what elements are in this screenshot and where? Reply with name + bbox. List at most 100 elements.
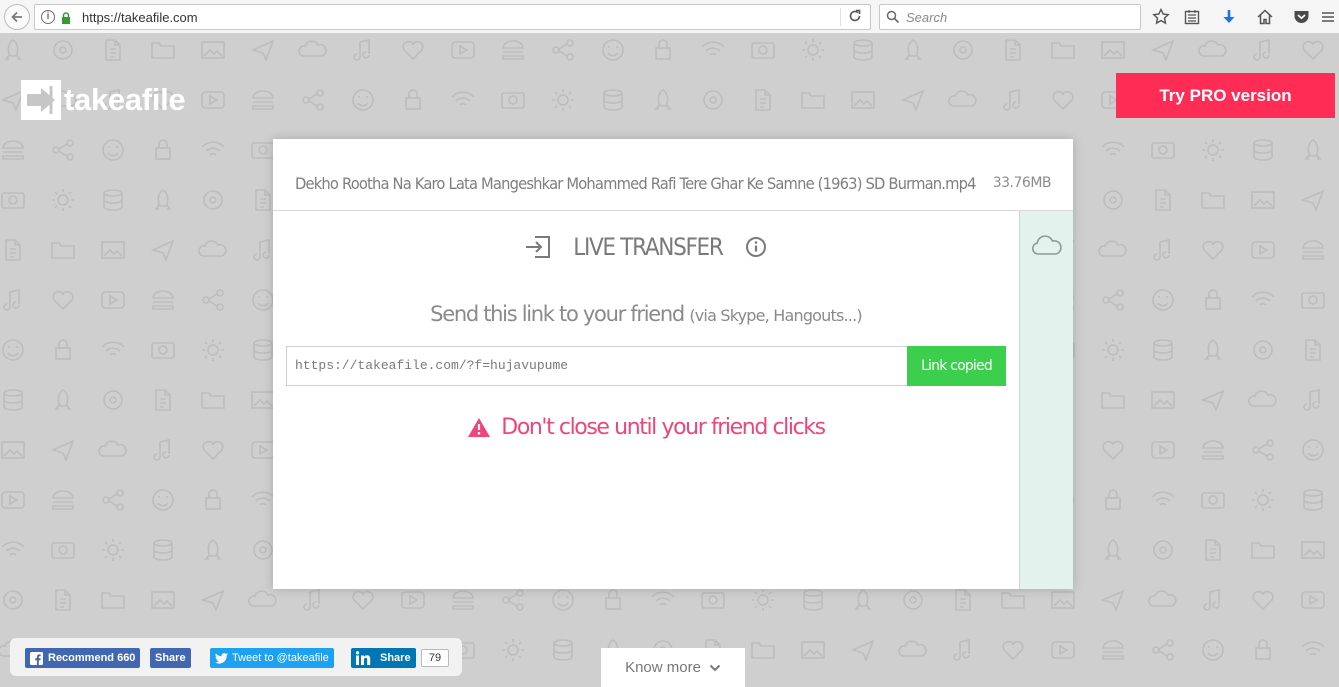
site-info-icon[interactable]: i — [41, 10, 55, 24]
warning-row: Don't close until your friend clicks — [273, 411, 1019, 443]
pattern-icon — [1305, 139, 1321, 160]
reload-icon[interactable] — [848, 9, 864, 25]
url-bar[interactable]: i https://takeafile.com — [34, 4, 871, 30]
pattern-icon — [801, 38, 825, 62]
cloud-icon[interactable] — [1031, 235, 1063, 257]
pattern-icon — [1148, 590, 1177, 607]
pattern-icon — [1251, 291, 1275, 306]
pattern-icon — [1105, 489, 1121, 510]
search-bar[interactable]: Search — [879, 4, 1141, 30]
pattern-icon — [501, 92, 525, 109]
pattern-icon — [1098, 240, 1127, 257]
pattern-icon — [1051, 591, 1075, 609]
pattern-icon — [451, 91, 475, 106]
know-more-label: Know more — [625, 659, 701, 676]
pattern-icon — [803, 589, 823, 611]
pattern-icon — [1151, 142, 1175, 159]
pattern-icon — [5, 39, 21, 60]
pattern-icon — [1301, 641, 1325, 656]
pattern-icon — [251, 142, 275, 159]
pattern-icon — [103, 189, 123, 211]
know-more-button[interactable]: Know more — [601, 648, 745, 687]
pattern-icon — [1153, 339, 1173, 361]
pattern-icon — [1205, 289, 1221, 310]
pattern-icon — [303, 589, 320, 611]
pattern-icon — [1002, 640, 1024, 660]
pattern-icon — [205, 539, 221, 560]
pattern-icon — [1003, 89, 1020, 111]
back-button[interactable] — [4, 4, 30, 30]
pattern-icon — [1253, 340, 1273, 360]
pattern-icon — [1, 541, 25, 556]
pattern-icon — [205, 489, 221, 510]
info-icon[interactable] — [745, 236, 767, 258]
facebook-share-button[interactable]: Share — [150, 648, 191, 668]
pattern-icon — [405, 89, 421, 110]
pattern-icon — [1203, 589, 1220, 611]
pattern-icon — [302, 89, 324, 111]
pattern-icon — [252, 40, 274, 61]
cloud-side-panel[interactable] — [1019, 211, 1073, 589]
pattern-icon — [253, 239, 270, 261]
pattern-icon — [655, 89, 671, 110]
pattern-icon — [1251, 191, 1275, 209]
logo-arrow-icon — [21, 80, 61, 120]
transfer-card: Dekho Rootha Na Karo Lata Mangeshkar Moh… — [273, 139, 1073, 589]
pattern-icon — [201, 41, 225, 59]
pattern-icon — [1201, 138, 1225, 162]
url-text: https://takeafile.com — [82, 10, 198, 25]
pattern-icon — [402, 40, 424, 60]
pattern-icon — [1101, 392, 1125, 409]
pattern-icon — [55, 389, 71, 410]
facebook-recommend-button[interactable]: Recommend 660 — [25, 648, 141, 668]
pattern-icon — [1151, 391, 1175, 409]
pattern-icon — [953, 639, 970, 661]
pattern-icon — [1252, 439, 1274, 461]
pattern-icon — [253, 540, 273, 560]
pattern-icon — [1305, 339, 1321, 361]
pattern-icon — [1151, 491, 1175, 506]
search-icon — [886, 10, 900, 24]
lock-icon — [62, 12, 70, 24]
pattern-icon — [1302, 190, 1324, 211]
pattern-icon — [502, 589, 524, 611]
pattern-icon — [202, 590, 224, 611]
arrow-left-icon — [11, 11, 22, 23]
pattern-icon — [198, 240, 227, 257]
send-link-instruction: Send this link to your friend (via Skype… — [273, 302, 1019, 326]
pattern-icon — [251, 491, 275, 506]
pattern-icon — [1198, 40, 1227, 57]
pattern-icon — [1253, 139, 1273, 161]
pattern-icon — [1248, 390, 1277, 407]
pattern-icon — [1051, 42, 1075, 59]
pattern-icon — [1301, 292, 1325, 309]
linkedin-icon — [356, 651, 371, 665]
social-share-bar: Recommend 660 Share Tweet to @takeafile … — [10, 638, 462, 676]
linkedin-share-button[interactable]: Share — [351, 648, 416, 668]
pattern-icon — [51, 188, 75, 212]
pattern-icon — [103, 390, 123, 410]
pattern-icon — [252, 289, 274, 311]
tweet-button[interactable]: Tweet to @takeafile — [210, 648, 334, 668]
reading-list-icon[interactable] — [1182, 7, 1202, 27]
pattern-icon — [1303, 389, 1320, 411]
pattern-icon — [501, 638, 525, 662]
home-icon[interactable] — [1255, 7, 1275, 27]
pattern-icon — [1153, 540, 1173, 560]
bookmark-star-icon[interactable] — [1151, 7, 1171, 27]
download-icon[interactable] — [1219, 7, 1239, 27]
enter-icon — [526, 236, 551, 258]
try-pro-button[interactable]: Try PRO version — [1116, 73, 1335, 118]
pattern-icon — [352, 89, 374, 111]
share-link-field[interactable]: https://takeafile.com/?f=hujavupume — [286, 346, 908, 386]
logo-text: takeafile — [64, 82, 186, 117]
pattern-icon — [352, 590, 374, 610]
takeafile-logo[interactable]: takeafile — [21, 80, 186, 120]
pocket-icon[interactable] — [1291, 7, 1311, 27]
pattern-icon — [105, 39, 121, 61]
pattern-icon — [1005, 39, 1021, 61]
menu-icon[interactable] — [1318, 7, 1338, 27]
link-copied-button[interactable]: Link copied — [907, 346, 1006, 386]
pattern-icon — [1105, 539, 1121, 560]
pattern-icon — [401, 591, 425, 609]
